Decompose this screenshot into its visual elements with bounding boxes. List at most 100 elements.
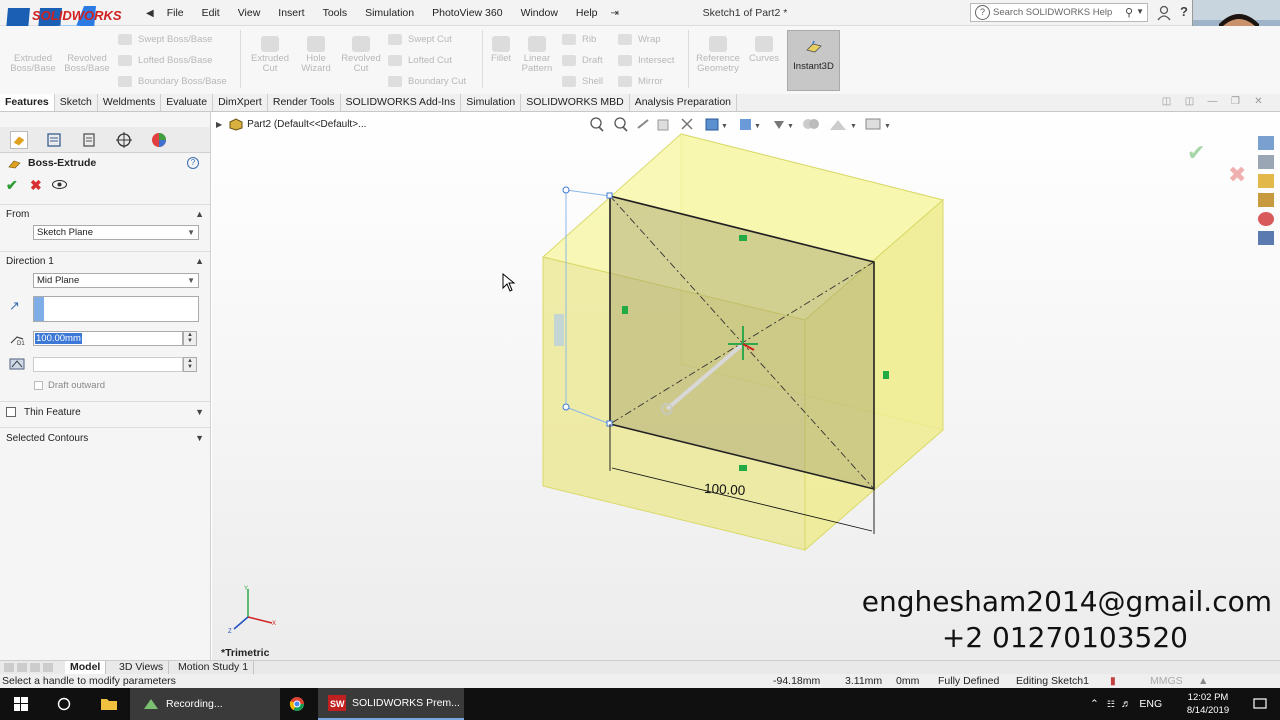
shell-button[interactable]: Shell [562, 76, 603, 87]
draft-outward-option[interactable]: Draft outward [34, 380, 105, 391]
units-menu-icon[interactable]: ▲ [1198, 675, 1208, 687]
chrome-button[interactable] [282, 688, 312, 720]
appearances-icon[interactable] [1258, 212, 1274, 226]
sketch-point[interactable] [606, 420, 613, 427]
direction-of-extrusion-input[interactable] [33, 296, 199, 322]
vertical-relation-marker[interactable] [883, 371, 889, 379]
restore-icon[interactable]: ❐ [1224, 96, 1247, 107]
file-explorer-icon[interactable] [1258, 174, 1274, 188]
feature-tree-flyout[interactable]: ▶ Part2 (Default<<Default>... [216, 118, 366, 131]
curves-button[interactable]: Curves [746, 36, 782, 64]
depth-spinner[interactable]: ▲ ▼ [183, 331, 197, 346]
tab-mbd[interactable]: SOLIDWORKS MBD [521, 94, 630, 111]
zoom-to-area-icon[interactable] [614, 117, 628, 132]
display-style-icon[interactable]: ▼ [740, 119, 761, 130]
selected-contours-section-header[interactable]: Selected Contours ▼ [6, 433, 204, 444]
cascade-icon[interactable]: ◫ [1178, 96, 1201, 107]
horizontal-relation-marker[interactable] [739, 465, 747, 471]
depth-input[interactable]: 100.00mm [33, 331, 183, 346]
next-tab-icon[interactable] [30, 663, 40, 672]
draft-angle-icon[interactable] [9, 357, 25, 371]
reverse-direction-icon[interactable]: ↗ [9, 298, 20, 314]
end-condition-select[interactable]: Mid Plane ▼ [33, 273, 199, 288]
notifications-button[interactable] [1240, 688, 1280, 720]
ok-checkmark-icon[interactable]: ✔ [6, 177, 18, 194]
dynamic-annotation-icon[interactable] [681, 118, 693, 130]
tab-addins[interactable]: SOLIDWORKS Add-Ins [341, 94, 462, 111]
menu-file[interactable]: File [158, 7, 193, 19]
thin-feature-section-header[interactable]: Thin Feature ▼ [24, 407, 204, 418]
rib-button[interactable]: Rib [562, 34, 596, 45]
search-input[interactable]: Search SOLIDWORKS Help [993, 7, 1112, 18]
user-account-icon[interactable] [1157, 5, 1171, 21]
tab-3d-views[interactable]: 3D Views [114, 661, 170, 674]
linear-pattern-button[interactable]: Linear Pattern [518, 36, 556, 74]
tab-features[interactable]: Features [0, 94, 55, 111]
collapse-chevron-icon[interactable]: ▲ [195, 256, 204, 266]
sketch-point[interactable] [606, 192, 613, 199]
draft-button[interactable]: Draft [562, 55, 603, 66]
previous-view-icon[interactable] [637, 119, 649, 129]
wrap-button[interactable]: Wrap [618, 34, 661, 45]
rebuild-icon[interactable]: ▮ [1110, 675, 1116, 687]
custom-properties-icon[interactable] [1258, 231, 1274, 245]
file-explorer-button[interactable] [90, 688, 128, 720]
show-hidden-icons[interactable]: ⌃ [1090, 698, 1099, 710]
property-manager-icon[interactable] [45, 131, 63, 149]
expand-chevron-icon[interactable]: ▼ [195, 433, 204, 443]
horizontal-relation-marker[interactable] [739, 235, 747, 241]
draft-angle-input[interactable] [33, 357, 183, 372]
from-select[interactable]: Sketch Plane ▼ [33, 225, 199, 240]
search-dropdown-icon[interactable]: ▼ [1136, 7, 1144, 16]
minimize-icon[interactable]: — [1201, 96, 1224, 107]
zoom-to-fit-icon[interactable] [590, 117, 604, 132]
prev-tab-icon[interactable] [17, 663, 27, 672]
last-tab-icon[interactable] [43, 663, 53, 672]
search-help-box[interactable]: ? Search SOLIDWORKS Help ⚲ ▼ [970, 3, 1148, 22]
tab-motion-study[interactable]: Motion Study 1 [173, 661, 255, 674]
clock[interactable]: 12:02 PM 8/14/2019 [1180, 691, 1236, 717]
swept-cut-button[interactable]: Swept Cut [388, 34, 452, 45]
taskbar-solidworks[interactable]: SW SOLIDWORKS Prem... [318, 688, 464, 720]
extruded-boss-button[interactable]: Extruded Boss/Base [10, 54, 56, 74]
revolved-cut-button[interactable]: Revolved Cut [338, 36, 384, 74]
swept-boss-button[interactable]: Swept Boss/Base [118, 34, 212, 45]
menu-collapse-icon[interactable]: ◀ [142, 8, 158, 19]
section-view-icon[interactable] [657, 119, 669, 131]
menu-tools[interactable]: Tools [314, 7, 357, 19]
menu-help[interactable]: Help [567, 7, 607, 19]
fillet-button[interactable]: Fillet [484, 36, 518, 64]
tab-evaluate[interactable]: Evaluate [161, 94, 214, 111]
cancel-x-icon[interactable]: ✖ [30, 177, 42, 194]
expand-chevron-icon[interactable]: ▼ [195, 407, 204, 417]
unit-system[interactable]: MMGS [1150, 675, 1183, 687]
mirror-button[interactable]: Mirror [618, 76, 663, 87]
vertical-relation-marker[interactable] [622, 306, 628, 314]
menu-view[interactable]: View [229, 7, 270, 19]
selection-endpoint[interactable] [562, 403, 570, 411]
language-indicator[interactable]: ENG [1139, 698, 1162, 710]
view-palette-icon[interactable] [1258, 193, 1274, 207]
direction1-section-header[interactable]: Direction 1 ▲ [6, 256, 204, 267]
instant3d-button[interactable]: Instant3D [787, 30, 840, 91]
menu-photoview[interactable]: PhotoView 360 [423, 7, 511, 19]
lofted-boss-button[interactable]: Lofted Boss/Base [118, 55, 212, 66]
thin-feature-checkbox[interactable] [6, 407, 16, 417]
apply-scene-icon[interactable]: ▼ [830, 120, 857, 130]
boundary-cut-button[interactable]: Boundary Cut [388, 76, 466, 87]
pin-menu-icon[interactable]: ⇥ [607, 8, 623, 19]
tile-icon[interactable]: ◫ [1155, 96, 1178, 107]
tab-dimxpert[interactable]: DimXpert [213, 94, 268, 111]
hide-show-items-icon[interactable]: ▼ [774, 121, 794, 130]
intersect-button[interactable]: Intersect [618, 55, 674, 66]
first-tab-icon[interactable] [4, 663, 14, 672]
selection-endpoint[interactable] [562, 186, 570, 194]
tab-weldments[interactable]: Weldments [98, 94, 162, 111]
network-icon[interactable]: ☷ [1107, 699, 1115, 710]
view-orientation-icon[interactable]: ▼ [705, 118, 728, 131]
tab-analysis-preparation[interactable]: Analysis Preparation [630, 94, 738, 111]
view-settings-icon[interactable]: ▼ [865, 118, 891, 130]
draft-outward-checkbox[interactable] [34, 381, 43, 390]
dimension-value[interactable]: 100.00 [704, 481, 746, 498]
close-icon[interactable]: ✕ [1247, 96, 1270, 107]
